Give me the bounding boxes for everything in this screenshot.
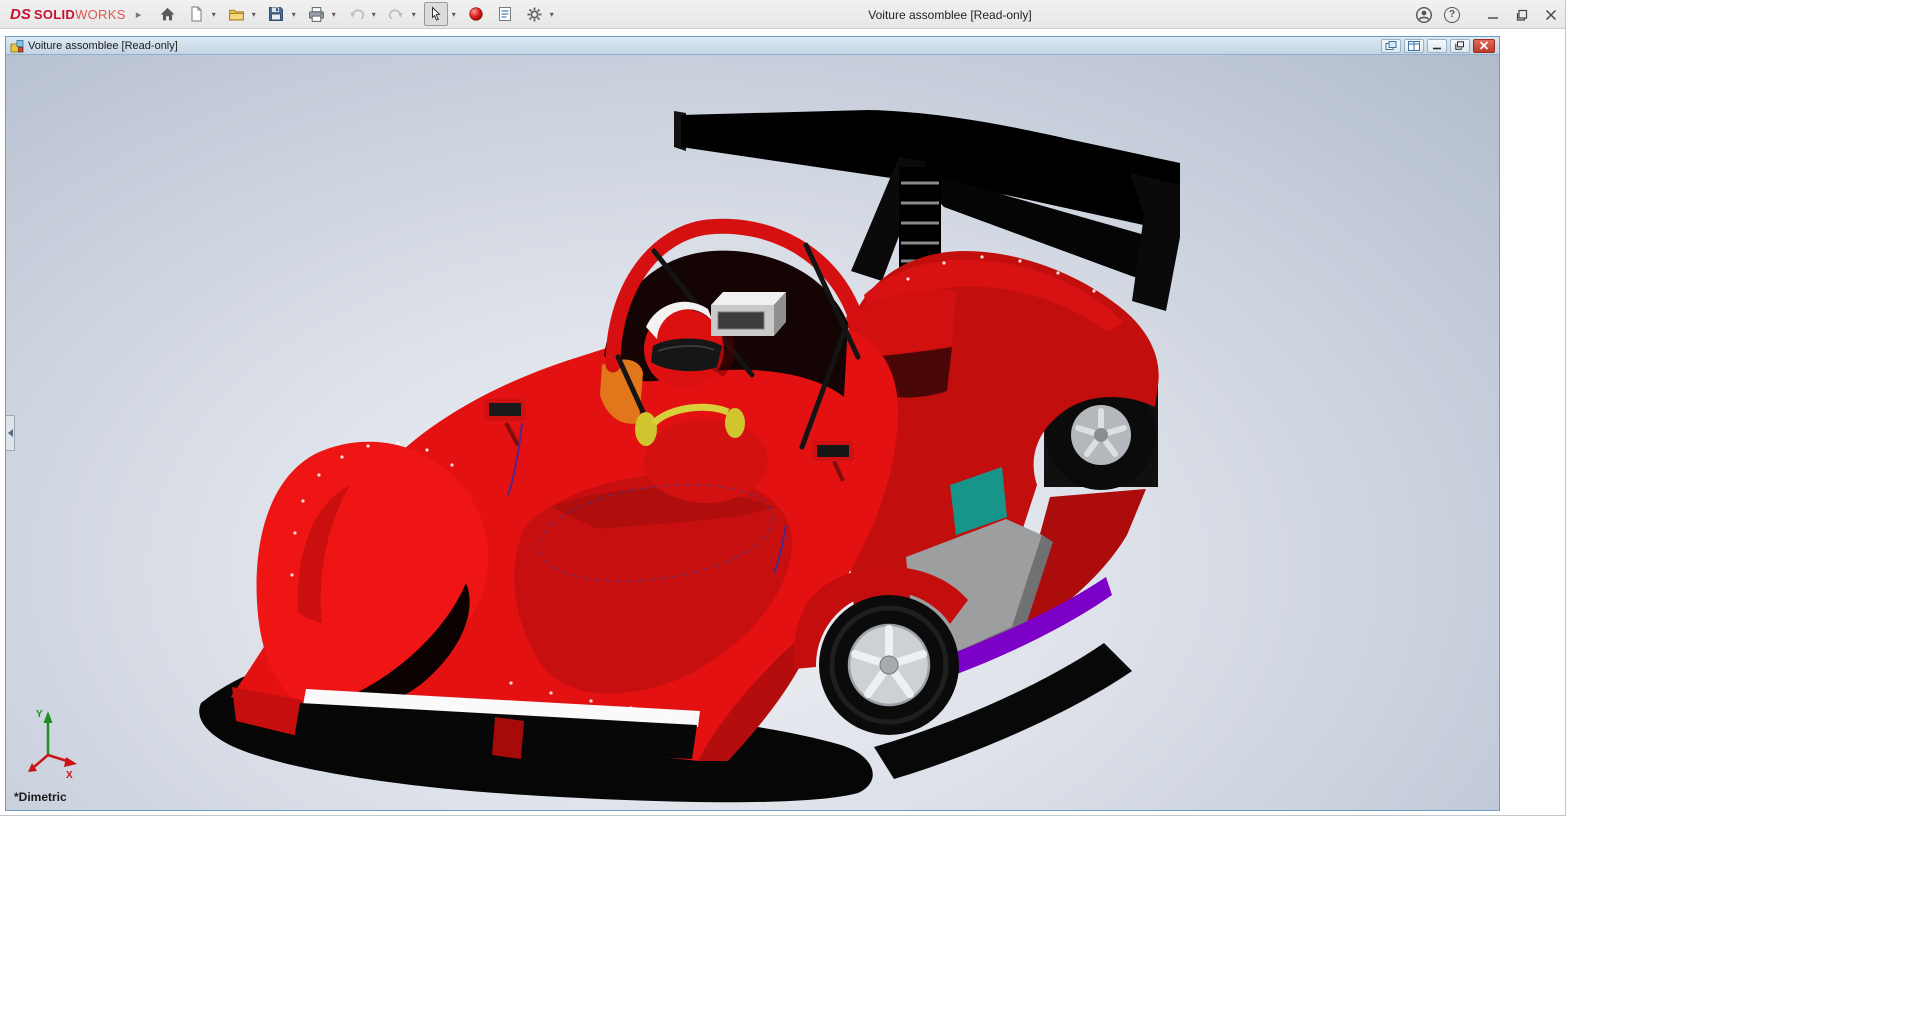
print-dropdown[interactable]: ▾ xyxy=(328,2,339,26)
document-title: Voiture assomblee [Read-only] xyxy=(28,40,178,52)
print-icon xyxy=(308,6,325,23)
gear-icon xyxy=(526,6,543,23)
file-properties-icon xyxy=(497,6,513,22)
doc-close-button[interactable] xyxy=(1473,39,1495,53)
redo-dropdown[interactable]: ▾ xyxy=(408,2,419,26)
open-button[interactable] xyxy=(224,2,248,26)
doc-restore-button[interactable] xyxy=(1450,39,1470,53)
app-minimize-button[interactable] xyxy=(1478,0,1507,29)
collapse-arrow-icon xyxy=(8,429,13,437)
doc-minimize-icon xyxy=(1432,41,1442,50)
options-button[interactable] xyxy=(522,2,546,26)
save-icon xyxy=(268,6,284,22)
undo-dropdown[interactable]: ▾ xyxy=(368,2,379,26)
home-button[interactable] xyxy=(155,2,179,26)
new-document-dropdown[interactable]: ▾ xyxy=(208,2,219,26)
open-dropdown[interactable]: ▾ xyxy=(248,2,259,26)
minimize-icon xyxy=(1487,9,1499,21)
triad-x-label: X xyxy=(66,770,73,781)
assembly-document-icon xyxy=(10,39,24,53)
rebuild-button[interactable] xyxy=(464,2,488,26)
close-icon xyxy=(1545,9,1557,21)
select-button[interactable] xyxy=(424,2,448,26)
file-properties-button[interactable] xyxy=(493,2,517,26)
solidworks-logo: DS SOLID WORKS xyxy=(10,6,126,23)
brand-works: WORKS xyxy=(75,7,126,22)
doc-restore-icon xyxy=(1455,41,1465,50)
new-document-icon xyxy=(188,6,204,22)
help-icon: ? xyxy=(1444,7,1460,23)
user-account-icon xyxy=(1415,6,1433,24)
save-button[interactable] xyxy=(264,2,288,26)
document-title-bar[interactable]: Voiture assomblee [Read-only] xyxy=(6,37,1499,55)
solidworks-app-window: DS SOLID WORKS ▸ ▾ ▾ xyxy=(0,0,1566,816)
app-close-button[interactable] xyxy=(1536,0,1565,29)
redo-icon xyxy=(388,6,405,23)
quick-access-toolbar: ▾ ▾ ▾ ▾ xyxy=(155,2,560,26)
home-icon xyxy=(159,6,176,23)
select-dropdown[interactable]: ▾ xyxy=(448,2,459,26)
doc-minimize-button[interactable] xyxy=(1427,39,1447,53)
user-account-button[interactable] xyxy=(1410,0,1438,29)
graphics-viewport[interactable]: Y X *Dimetric xyxy=(6,55,1499,810)
view-orientation-label: *Dimetric xyxy=(14,790,67,804)
undo-button[interactable] xyxy=(344,2,368,26)
app-window-title: Voiture assomblee [Read-only] xyxy=(868,0,1031,29)
tile-windows-icon xyxy=(1408,41,1420,51)
ds-logo-mark: DS xyxy=(10,6,31,23)
right-front-wheel xyxy=(819,595,959,735)
orientation-triad: Y X xyxy=(28,709,77,781)
doc-cascade-button[interactable] xyxy=(1381,39,1401,53)
brand-solid: SOLID xyxy=(34,7,75,22)
helmet-visor xyxy=(651,338,722,371)
redo-button[interactable] xyxy=(384,2,408,26)
help-button[interactable]: ? xyxy=(1438,0,1466,29)
doc-tile-button[interactable] xyxy=(1404,39,1424,53)
maximize-icon xyxy=(1516,9,1528,21)
rebuild-icon xyxy=(468,6,484,22)
air-intake-box xyxy=(711,292,786,336)
document-window-controls xyxy=(1381,39,1495,53)
cascade-windows-icon xyxy=(1385,41,1397,51)
options-dropdown[interactable]: ▾ xyxy=(546,2,557,26)
undo-icon xyxy=(348,6,365,23)
app-window-controls: ? xyxy=(1410,0,1565,29)
panel-collapse-tab[interactable] xyxy=(6,415,15,451)
document-window: Voiture assomblee [Read-only] xyxy=(5,36,1500,811)
app-maximize-button[interactable] xyxy=(1507,0,1536,29)
select-cursor-icon xyxy=(428,6,444,22)
save-dropdown[interactable]: ▾ xyxy=(288,2,299,26)
open-folder-icon xyxy=(228,6,245,23)
print-button[interactable] xyxy=(304,2,328,26)
app-title-bar: DS SOLID WORKS ▸ ▾ ▾ xyxy=(0,0,1565,29)
doc-close-icon xyxy=(1479,41,1489,50)
menu-expand-arrow[interactable]: ▸ xyxy=(136,8,142,21)
triad-y-label: Y xyxy=(36,709,43,720)
car-3d-model: Y X xyxy=(6,55,1499,810)
new-document-button[interactable] xyxy=(184,2,208,26)
